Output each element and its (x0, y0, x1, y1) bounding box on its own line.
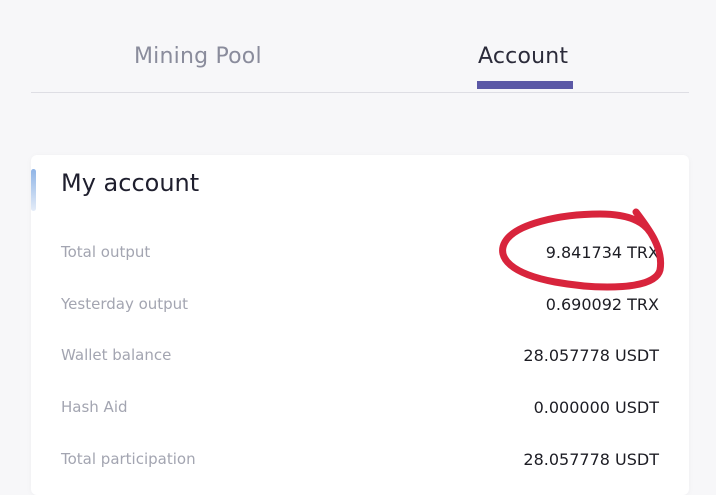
row-label: Yesterday output (61, 295, 189, 313)
row-label: Total output (61, 243, 151, 261)
row-total-participation: Total participation 28.057778 USDT (61, 450, 659, 474)
active-tab-indicator (477, 81, 573, 89)
row-value: 28.057778 USDT (523, 346, 659, 365)
row-value: 0.000000 USDT (533, 398, 659, 417)
section-accent-bar (31, 169, 36, 211)
row-wallet-balance: Wallet balance 28.057778 USDT (61, 346, 659, 370)
row-yesterday-output: Yesterday output 0.690092 TRX (61, 295, 659, 319)
row-value: 9.841734 TRX (545, 243, 659, 262)
row-label: Total participation (61, 450, 196, 468)
section-title: My account (61, 169, 200, 197)
tab-bar: Mining Pool Account (31, 0, 689, 93)
tab-account[interactable]: Account (478, 44, 568, 69)
row-total-output: Total output 9.841734 TRX (61, 243, 659, 267)
row-value: 0.690092 TRX (545, 295, 659, 314)
row-value: 28.057778 USDT (523, 450, 659, 469)
row-hash-aid: Hash Aid 0.000000 USDT (61, 398, 659, 422)
tab-mining-pool[interactable]: Mining Pool (134, 44, 262, 69)
row-label: Hash Aid (61, 398, 128, 416)
row-label: Wallet balance (61, 346, 172, 364)
my-account-card: My account Total output 9.841734 TRX Yes… (31, 155, 689, 495)
